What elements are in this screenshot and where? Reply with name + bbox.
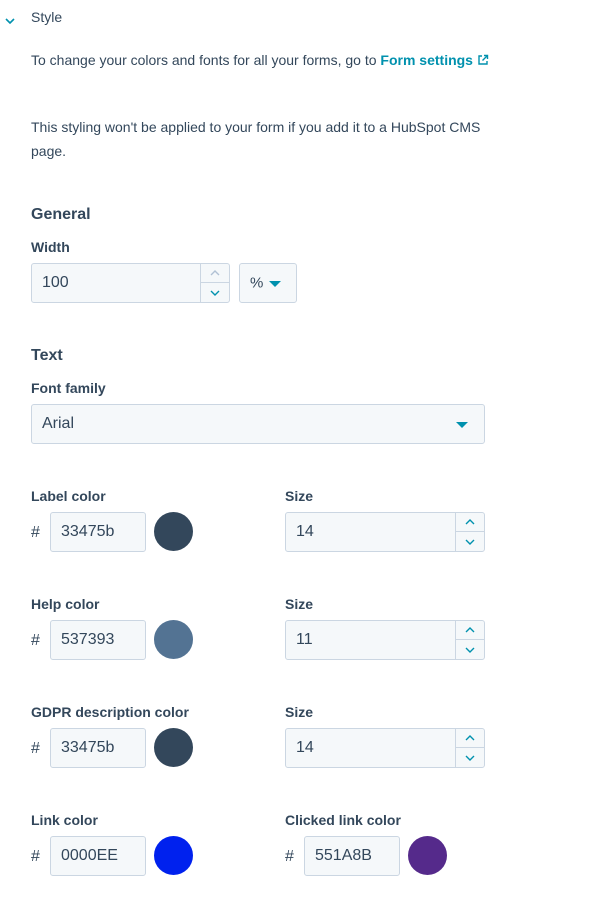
label-color-swatch[interactable]: [154, 512, 193, 551]
label-size-label: Size: [285, 488, 314, 504]
clicked-link-color-swatch[interactable]: [408, 836, 447, 875]
gdpr-size-label: Size: [285, 704, 314, 720]
gdpr-size-value: 14: [296, 739, 314, 756]
chevron-down-icon: [465, 647, 475, 653]
label-size-increment-button[interactable]: [456, 513, 484, 532]
help-color-value: 537393: [61, 631, 115, 648]
gdpr-color-value: 33475b: [61, 739, 115, 756]
gdpr-size-input[interactable]: 14: [285, 728, 485, 768]
hash-symbol: #: [285, 848, 294, 865]
help-size-value: 11: [296, 631, 313, 648]
label-size-value: 14: [296, 523, 314, 540]
label-color-label: Label color: [31, 488, 106, 504]
link-color-label: Link color: [31, 812, 98, 828]
chevron-down-icon: [465, 755, 475, 761]
link-color-swatch[interactable]: [154, 836, 193, 875]
gdpr-color-swatch[interactable]: [154, 728, 193, 767]
help-color-input[interactable]: 537393: [50, 620, 146, 660]
chevron-down-icon: [465, 539, 475, 545]
help-size-input[interactable]: 11: [285, 620, 485, 660]
font-family-value: Arial: [42, 415, 75, 432]
style-section-header[interactable]: Style: [0, 0, 604, 34]
chevron-down-icon: [210, 290, 220, 296]
chevron-up-icon: [465, 627, 475, 633]
label-color-value: 33475b: [61, 523, 115, 540]
label-color-input[interactable]: 33475b: [50, 512, 146, 552]
form-settings-hint: To change your colors and fonts for all …: [31, 48, 501, 72]
hint-text: To change your colors and fonts for all …: [31, 52, 381, 68]
help-size-label: Size: [285, 596, 314, 612]
chevron-up-icon: [465, 735, 475, 741]
link-color-value: 0000EE: [61, 847, 118, 864]
link-color-input[interactable]: 0000EE: [50, 836, 146, 876]
hash-symbol: #: [31, 632, 40, 649]
section-title: Style: [31, 9, 63, 25]
help-size-stepper: [455, 621, 484, 659]
gdpr-size-decrement-button[interactable]: [456, 748, 484, 767]
form-settings-link-label: Form settings: [380, 52, 473, 68]
width-stepper: [200, 264, 229, 302]
general-heading: General: [31, 206, 91, 223]
width-value: 100: [42, 274, 69, 291]
label-size-input[interactable]: 14: [285, 512, 485, 552]
font-family-label: Font family: [31, 380, 106, 396]
caret-down-icon: [456, 422, 468, 428]
hash-symbol: #: [31, 524, 40, 541]
width-input[interactable]: 100: [31, 263, 230, 303]
help-size-decrement-button[interactable]: [456, 640, 484, 659]
clicked-link-color-label: Clicked link color: [285, 812, 401, 828]
gdpr-color-input[interactable]: 33475b: [50, 728, 146, 768]
width-decrement-button[interactable]: [201, 283, 229, 302]
width-label: Width: [31, 239, 70, 255]
width-unit-value: %: [250, 274, 264, 292]
chevron-up-icon: [210, 270, 220, 276]
hash-symbol: #: [31, 848, 40, 865]
gdpr-size-stepper: [455, 729, 484, 767]
text-heading: Text: [31, 347, 63, 364]
font-family-select[interactable]: Arial: [31, 404, 485, 444]
help-color-label: Help color: [31, 596, 100, 612]
gdpr-color-label: GDPR description color: [31, 704, 189, 720]
gdpr-size-increment-button[interactable]: [456, 729, 484, 748]
caret-down-icon: [269, 281, 281, 287]
external-link-icon: [477, 49, 489, 65]
cms-note: This styling won't be applied to your fo…: [31, 119, 481, 159]
help-size-increment-button[interactable]: [456, 621, 484, 640]
chevron-down-icon[interactable]: [5, 12, 15, 25]
help-color-swatch[interactable]: [154, 620, 193, 659]
clicked-link-color-value: 551A8B: [315, 847, 372, 864]
chevron-up-icon: [465, 519, 475, 525]
label-size-decrement-button[interactable]: [456, 532, 484, 551]
label-size-stepper: [455, 513, 484, 551]
form-settings-link[interactable]: Form settings: [380, 52, 489, 68]
clicked-link-color-input[interactable]: 551A8B: [304, 836, 400, 876]
hash-symbol: #: [31, 740, 40, 757]
width-unit-select[interactable]: %: [239, 263, 297, 303]
width-increment-button[interactable]: [201, 264, 229, 283]
